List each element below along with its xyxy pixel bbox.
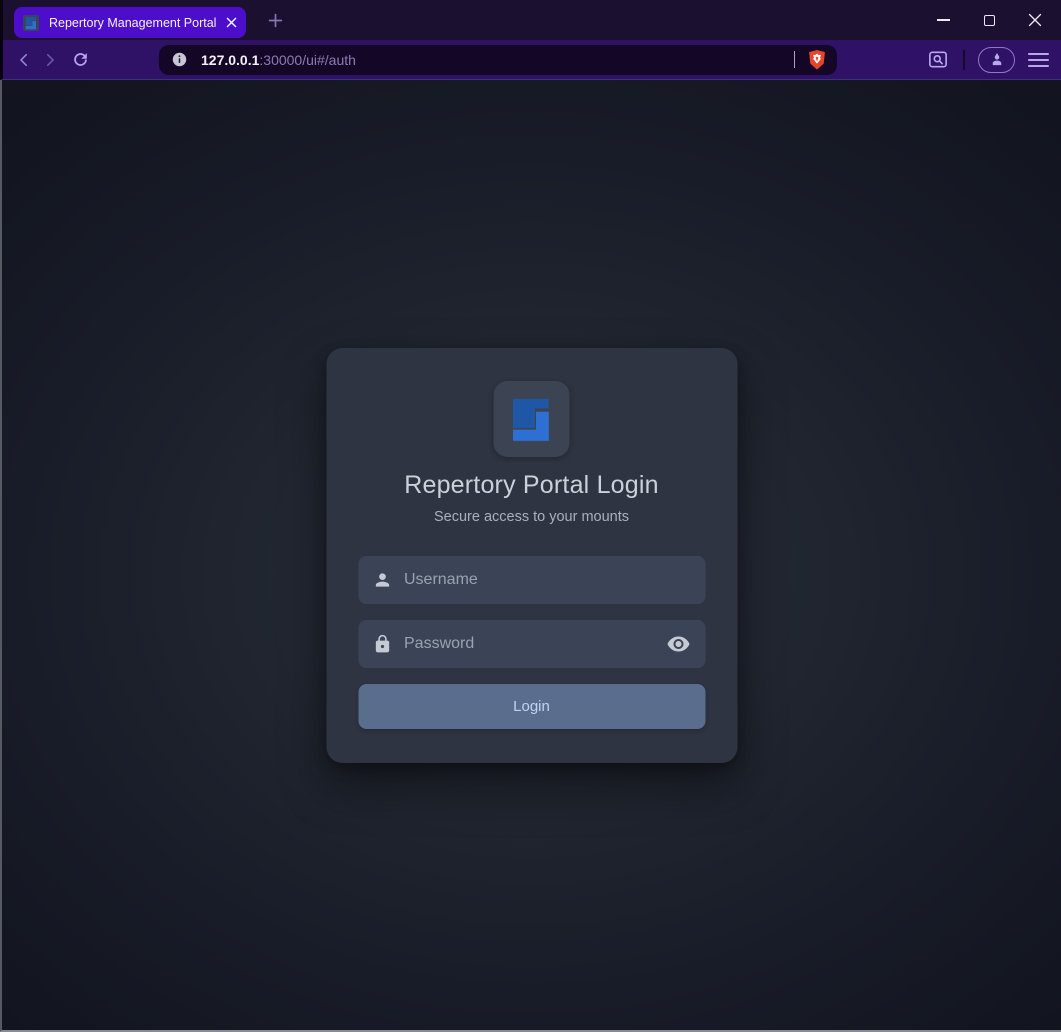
- close-window-button[interactable]: [1027, 12, 1043, 28]
- urlbar-divider: [794, 51, 795, 68]
- toolbar-right-cluster: [926, 47, 1049, 73]
- login-button[interactable]: Login: [358, 684, 705, 729]
- profile-icon: [989, 52, 1005, 68]
- forward-icon: [41, 51, 59, 69]
- url-bar[interactable]: 127.0.0.1:30000/ui#/auth: [159, 45, 837, 75]
- person-icon: [372, 570, 392, 590]
- reload-icon: [71, 50, 90, 69]
- page-subtitle: Secure access to your mounts: [434, 509, 629, 525]
- toolbar-divider: [963, 50, 965, 70]
- browser-tab[interactable]: Repertory Management Portal: [14, 7, 246, 38]
- url-path: :30000/ui#/auth: [259, 52, 356, 68]
- brave-shield-icon[interactable]: [807, 49, 827, 71]
- password-field-container: [358, 620, 705, 668]
- plus-icon: [268, 13, 283, 28]
- back-button[interactable]: [11, 47, 37, 73]
- new-tab-button[interactable]: [261, 6, 289, 34]
- lock-icon: [372, 634, 392, 654]
- login-card: Repertory Portal Login Secure access to …: [326, 348, 737, 763]
- username-field-container: [358, 556, 705, 604]
- repertory-logo-icon: [504, 391, 560, 447]
- repertory-logo-icon: [23, 15, 39, 31]
- app-logo: [494, 381, 570, 457]
- maximize-button[interactable]: [981, 12, 997, 28]
- info-icon[interactable]: [171, 51, 188, 68]
- eye-icon: [666, 632, 690, 656]
- minimize-button[interactable]: [935, 12, 951, 28]
- window-controls: [935, 12, 1043, 28]
- profile-button[interactable]: [978, 47, 1015, 73]
- forward-button[interactable]: [37, 47, 63, 73]
- maximize-icon: [984, 15, 995, 26]
- tab-title: Repertory Management Portal: [49, 16, 222, 30]
- sidebar-search-icon[interactable]: [926, 48, 950, 71]
- close-window-icon: [1028, 13, 1042, 27]
- password-input[interactable]: [404, 635, 664, 653]
- toggle-password-visibility-button[interactable]: [664, 630, 692, 658]
- reload-button[interactable]: [67, 47, 93, 73]
- back-icon: [15, 51, 33, 69]
- username-input[interactable]: [404, 571, 692, 589]
- page-title: Repertory Portal Login: [404, 471, 659, 500]
- url-text: 127.0.0.1:30000/ui#/auth: [201, 52, 356, 68]
- menu-icon[interactable]: [1028, 53, 1049, 67]
- url-host: 127.0.0.1: [201, 52, 259, 68]
- navigation-toolbar: 127.0.0.1:30000/ui#/auth: [0, 40, 1061, 80]
- page-content: Repertory Portal Login Secure access to …: [0, 80, 1061, 1032]
- minimize-icon: [937, 19, 950, 21]
- close-icon[interactable]: [222, 14, 240, 32]
- tab-bar: Repertory Management Portal: [0, 0, 1061, 40]
